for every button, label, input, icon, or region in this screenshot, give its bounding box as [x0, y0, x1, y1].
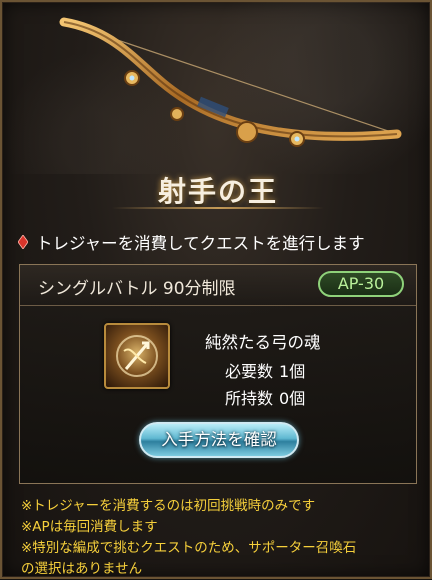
golden-bow-icon — [59, 17, 402, 147]
panel-header: シングルバトル 90分制限 AP-30 — [20, 265, 416, 306]
note-line: の選択はありません — [21, 561, 143, 577]
header-art — [2, 2, 432, 174]
owned-count: 所持数 0個 — [225, 385, 311, 409]
note-line: ※特別な編成で挑むクエストのため、サポーター召喚石 — [21, 540, 357, 556]
required-value: 1個 — [279, 362, 306, 381]
required-count: 必要数 1個 — [225, 358, 311, 382]
quest-dialog: 射手の王 トレジャーを消費してクエストを進行します シングルバトル 90分制限 … — [0, 0, 432, 579]
ap-cost-badge: AP-30 — [318, 271, 404, 297]
note-line: ※トレジャーを消費するのは初回挑戦時のみです — [21, 498, 316, 514]
treasure-notice: トレジャーを消費してクエストを進行します — [18, 230, 365, 254]
howto-obtain-button[interactable]: 入手方法を確認 — [139, 422, 299, 458]
notice-text: トレジャーを消費してクエストを進行します — [36, 234, 365, 253]
battle-type-label: シングルバトル 90分制限 — [38, 279, 236, 299]
treasure-name: 純然たる弓の魂 — [205, 333, 321, 352]
bow-soul-treasure-icon[interactable] — [104, 323, 170, 389]
quest-title: 射手の王 — [157, 175, 278, 208]
notes: ※トレジャーを消費するのは初回挑戦時のみです ※APは毎回消費します ※特別な編… — [21, 496, 421, 580]
red-diamond-icon — [18, 235, 28, 249]
note-line: ※APは毎回消費します — [21, 519, 158, 535]
owned-label: 所持数 — [225, 389, 274, 408]
howto-obtain-label: 入手方法を確認 — [161, 430, 277, 449]
required-label: 必要数 — [225, 362, 274, 381]
quest-info-panel: シングルバトル 90分制限 AP-30 純然たる弓の魂 必要数 1個 所持数 0個 … — [19, 264, 417, 484]
owned-value: 0個 — [279, 389, 306, 408]
title-divider — [112, 207, 324, 209]
